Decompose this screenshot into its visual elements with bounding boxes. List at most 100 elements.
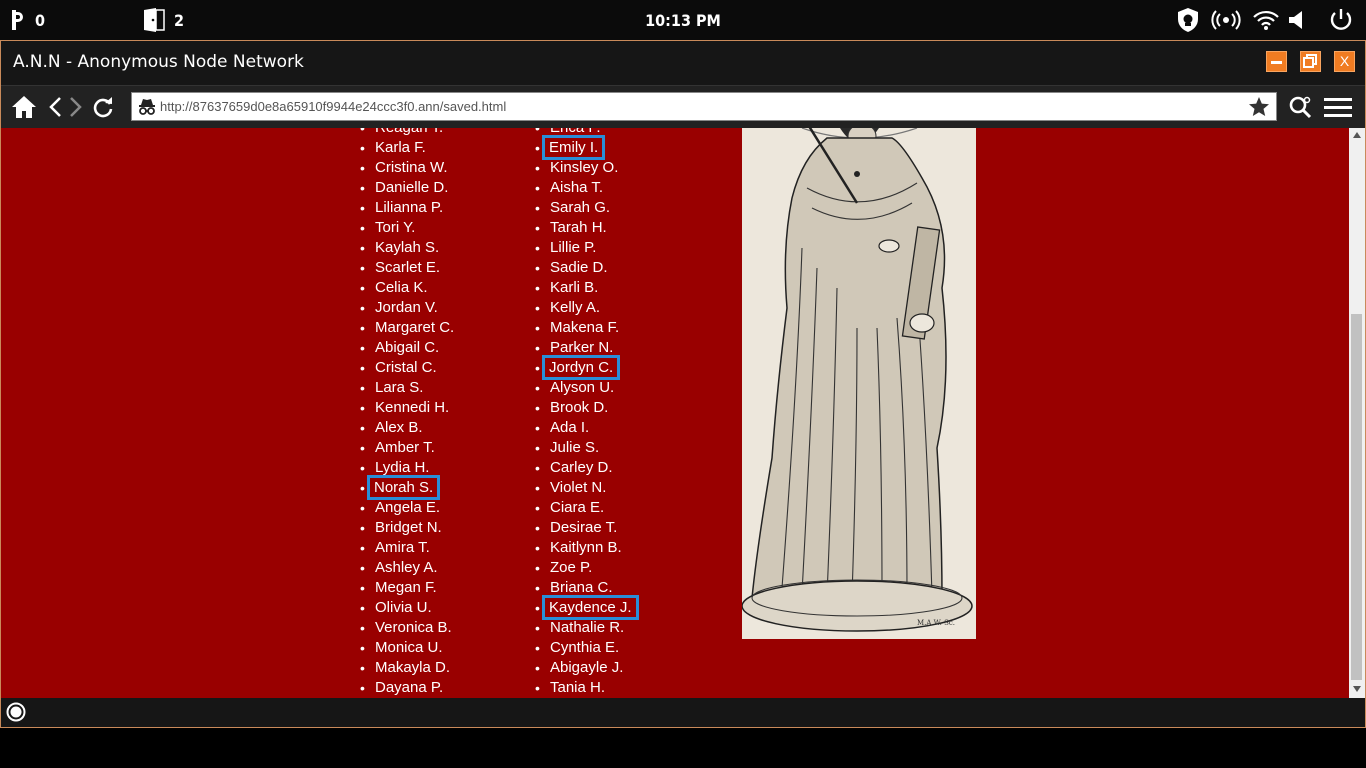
url-text: http://87637659d0e8a65910f9944e24ccc3f0.… <box>160 99 507 114</box>
name-text: Scarlet E. <box>375 259 441 276</box>
name-list-item: Makena F. <box>535 318 635 338</box>
name-text: Kinsley O. <box>550 159 619 176</box>
name-text: Danielle D. <box>375 179 449 196</box>
scroll-down-arrow-icon[interactable] <box>1353 686 1361 692</box>
bookmark-star-icon[interactable] <box>1248 96 1270 117</box>
name-list-item: Kaydence J. <box>535 595 639 620</box>
reload-button[interactable] <box>92 86 114 128</box>
forward-button[interactable] <box>68 86 84 128</box>
name-text: Erica P. <box>550 128 601 136</box>
name-text: Makayla D. <box>375 659 451 676</box>
power-icon[interactable] <box>1328 0 1354 40</box>
name-text: Bridget N. <box>375 519 442 536</box>
scroll-up-arrow-icon[interactable] <box>1353 132 1361 138</box>
name-text: Sadie D. <box>550 259 608 276</box>
name-list-item: Jordan V. <box>360 298 454 318</box>
name-list-item: Kennedi H. <box>360 398 454 418</box>
name-text: Amber T. <box>375 439 435 456</box>
name-list-item: Alyson U. <box>535 378 635 398</box>
highlighted-name: Jordyn C. <box>541 355 621 380</box>
name-text: Abigail C. <box>375 339 440 356</box>
name-list-item: Karla F. <box>360 138 454 158</box>
maximize-button[interactable] <box>1300 51 1321 72</box>
window-titlebar[interactable]: A.N.N - Anonymous Node Network X <box>1 41 1365 85</box>
highlighted-name: Kaydence J. <box>542 595 639 620</box>
names-list-right: Erica P.Emily I.Kinsley O. Aisha T. Sarah … <box>535 128 639 698</box>
browser-navbar: http://87637659d0e8a65910f9944e24ccc3f0.… <box>1 85 1365 128</box>
name-text: Abigayle J. <box>550 659 624 676</box>
name-list-item: Veronica B. <box>360 618 454 638</box>
name-text: Alyson U. <box>550 379 615 396</box>
name-text: Makena F. <box>550 319 620 336</box>
name-list-item: Erica P. <box>535 128 635 138</box>
name-list-item: Brook D. <box>535 398 635 418</box>
menu-button[interactable] <box>1324 86 1352 128</box>
status-record-icon[interactable] <box>6 702 26 722</box>
privacy-search-button[interactable] <box>1288 86 1312 128</box>
name-text: Lydia H. <box>375 459 430 476</box>
browser-window: A.N.N - Anonymous Node Network X http://… <box>0 40 1366 728</box>
name-list-item: Cynthia E. <box>535 638 635 658</box>
name-text: Amira T. <box>375 539 430 556</box>
scrollbar-thumb[interactable] <box>1351 314 1362 680</box>
name-text: Nathalie R. <box>550 619 625 636</box>
names-list-left: Reagan T. Karla F. Cristina W. Danielle D. L… <box>360 128 454 698</box>
name-list-item: Lara S. <box>360 378 454 398</box>
name-text: Lilianna P. <box>375 199 444 216</box>
name-text: Jordan V. <box>375 299 438 316</box>
name-list-item: Jordyn C. <box>535 355 635 380</box>
minimize-button[interactable] <box>1266 51 1287 72</box>
name-list-item: Tania H. <box>535 678 635 698</box>
security-shield-icon[interactable] <box>1176 0 1200 40</box>
name-list-item: Violet N. <box>535 478 635 498</box>
name-list-item: Carley D. <box>535 458 635 478</box>
name-text: Tarah H. <box>550 219 607 236</box>
broadcast-icon[interactable] <box>1210 0 1242 40</box>
back-button[interactable] <box>47 86 63 128</box>
highlighted-name: Norah S. <box>366 475 441 500</box>
name-list-item: Kaitlynn B. <box>535 538 635 558</box>
name-text: Tania H. <box>550 679 606 696</box>
name-list-item: Abigail C. <box>360 338 454 358</box>
name-text: Ashley A. <box>375 559 438 576</box>
name-text: Aisha T. <box>550 179 604 196</box>
name-list-item: Megan F. <box>360 578 454 598</box>
name-list-item: Celia K. <box>360 278 454 298</box>
name-text: Ciara E. <box>550 499 605 516</box>
forward-arrow-icon <box>70 97 82 117</box>
close-button[interactable]: X <box>1334 51 1355 72</box>
name-list-item: Tarah H. <box>535 218 635 238</box>
name-list-item: Ada I. <box>535 418 635 438</box>
name-text: Cynthia E. <box>550 639 620 656</box>
name-list-item: Alex B. <box>360 418 454 438</box>
name-list-item: Cristina W. <box>360 158 454 178</box>
system-bar: 0 2 10:13 PM <box>0 0 1366 40</box>
name-list-item: Angela E. <box>360 498 454 518</box>
name-list-item: Zoe P. <box>535 558 635 578</box>
minimize-icon <box>1271 61 1282 64</box>
name-list-item: Monica U. <box>360 638 454 658</box>
name-list-item: Sarah G. <box>535 198 635 218</box>
name-text: Veronica B. <box>375 619 452 636</box>
name-text: Violet N. <box>550 479 607 496</box>
name-list-item: Julie S. <box>535 438 635 458</box>
wifi-icon[interactable] <box>1252 0 1280 40</box>
name-list-item: Scarlet E. <box>360 258 454 278</box>
name-list-item: Lillie P. <box>535 238 635 258</box>
name-text: Ada I. <box>550 419 590 436</box>
name-list-item: Amber T. <box>360 438 454 458</box>
name-text: Julie S. <box>550 439 600 456</box>
name-text: Tori Y. <box>375 219 416 236</box>
search-settings-icon <box>1289 96 1312 119</box>
vertical-scrollbar[interactable] <box>1349 128 1365 698</box>
address-bar[interactable]: http://87637659d0e8a65910f9944e24ccc3f0.… <box>131 92 1277 121</box>
statue-signature: M.A.W. Sc. <box>917 619 955 627</box>
incognito-spy-icon <box>139 99 155 115</box>
name-list-item: Norah S. <box>360 475 454 500</box>
name-list-item: Bridget N. <box>360 518 454 538</box>
volume-icon[interactable] <box>1288 0 1308 40</box>
home-button[interactable] <box>10 86 38 128</box>
name-list-item: Briana C. <box>535 578 635 598</box>
name-list-item: Karli B. <box>535 278 635 298</box>
name-text: Reagan T. <box>375 128 443 136</box>
